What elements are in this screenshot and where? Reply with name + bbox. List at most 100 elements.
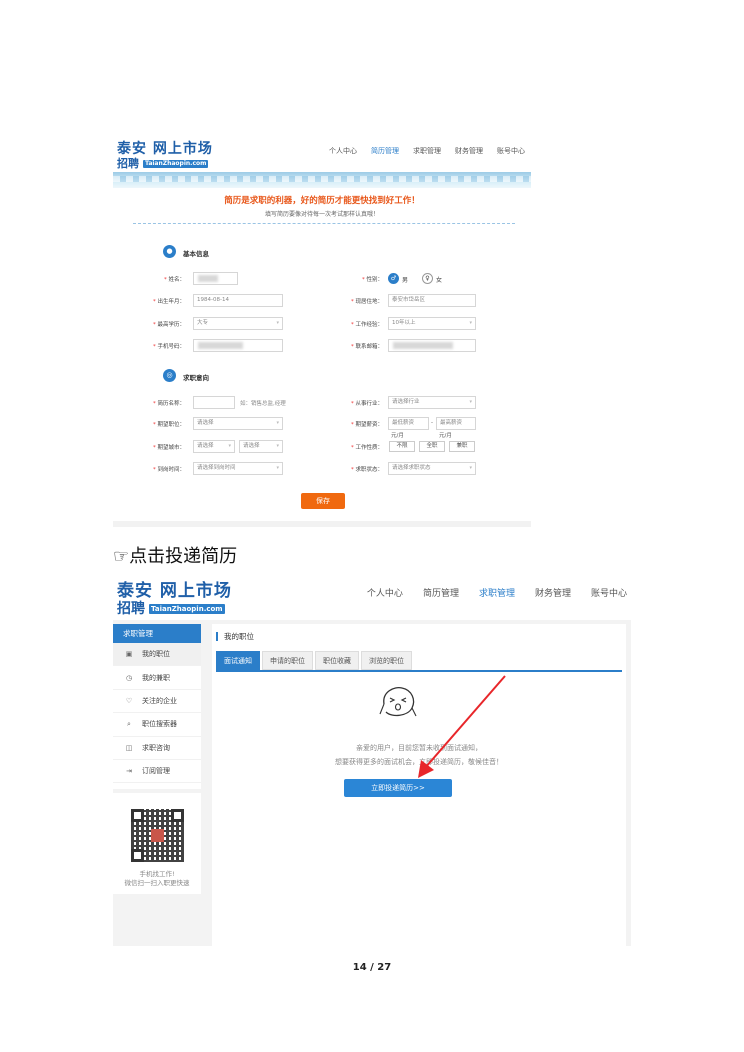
resume-name-label: * 简历名称： — [152, 401, 185, 407]
worktype-fulltime[interactable]: 全职 — [419, 441, 445, 452]
site-logo[interactable]: 泰安 网上市场 招聘 TaianZhaopin.com — [117, 142, 217, 174]
nav-finance[interactable]: 财务管理 — [535, 586, 571, 599]
city-label: * 期望城市： — [152, 445, 185, 451]
site-logo[interactable]: 泰安 网上市场 招聘 TaianZhaopin.com — [117, 581, 232, 618]
main-panel: 我的职位 面试通知 申请的职位 职位收藏 浏览的职位 亲爱的用户，目前您暂未收到… — [212, 624, 626, 946]
slogan-subtitle: 填写简历要像对待每一次考试那样认真哦！ — [264, 211, 379, 218]
tab-applied-jobs[interactable]: 申请的职位 — [262, 651, 313, 670]
sidebar-item-subscription[interactable]: ⇥ 订阅管理 — [113, 760, 201, 784]
sidebar-item-job-search[interactable]: ⌕ 职位搜索器 — [113, 713, 201, 737]
salary-unit-2: 元/月 — [439, 433, 452, 439]
salary-max-field[interactable]: 最高薪资 — [436, 417, 476, 430]
tab-interview-notice[interactable]: 面试通知 — [216, 651, 260, 670]
logo-line1: 泰安 网上市场 — [117, 581, 232, 601]
resume-name-hint: 如：销售总监,经理 — [240, 401, 286, 407]
experience-label: * 工作经验： — [350, 322, 383, 328]
save-button[interactable]: 保存 — [301, 493, 345, 509]
industry-select[interactable]: 请选择行业 — [388, 396, 476, 409]
phone-redacted — [198, 342, 243, 349]
nav-job-management[interactable]: 求职管理 — [413, 146, 441, 156]
sidebar-header: 求职管理 — [113, 624, 201, 643]
section-title-basic: 基本信息 — [183, 250, 209, 258]
male-radio[interactable]: ♂ — [388, 273, 399, 284]
salary-dash: - — [431, 420, 433, 426]
birth-field[interactable]: 1984-08-14 — [193, 294, 283, 307]
female-radio[interactable]: ♀ — [422, 273, 433, 284]
sidebar-item-label: 求职咨询 — [142, 743, 170, 752]
tab-underline — [216, 670, 622, 672]
sidebar-item-label: 职位搜索器 — [142, 720, 177, 729]
worktype-any[interactable]: 不限 — [389, 441, 415, 452]
qr-code-icon — [131, 809, 184, 862]
logo-line2: 招聘 — [117, 157, 139, 170]
residence-field[interactable]: 泰安市岱岳区 — [388, 294, 476, 307]
sidebar-item-label: 关注的企业 — [142, 696, 177, 705]
deliver-resume-button[interactable]: 立即投递简历>> — [344, 779, 452, 797]
province-select[interactable]: 请选择 — [193, 440, 235, 453]
email-label: * 联系邮箱： — [350, 344, 383, 350]
tab-viewed-jobs[interactable]: 浏览的职位 — [361, 651, 412, 670]
education-label: * 最高学历： — [152, 322, 185, 328]
sidebar-item-my-jobs[interactable]: ▣ 我的职位 — [113, 643, 201, 667]
divider — [133, 223, 515, 224]
section-title-intent: 求职意向 — [183, 374, 209, 382]
nav-personal-center[interactable]: 个人中心 — [329, 146, 357, 156]
arrival-select[interactable]: 请选择到岗时间 — [193, 462, 283, 475]
worktype-parttime[interactable]: 兼职 — [449, 441, 475, 452]
gender-label: * 性别： — [361, 277, 383, 283]
step-caption: ☞点击投递简历 — [113, 546, 238, 567]
tab-saved-jobs[interactable]: 职位收藏 — [315, 651, 359, 670]
search-icon: ⌕ — [127, 719, 131, 728]
status-select[interactable]: 请选择求职状态 — [388, 462, 476, 475]
position-select[interactable]: 请选择 — [193, 417, 283, 430]
worktype-label: * 工作性质： — [350, 445, 383, 451]
sidebar: 求职管理 ▣ 我的职位 ◷ 我的兼职 ♡ 关注的企业 ⌕ 职位搜索器 ◫ 求职咨询 ⇥ 订阅… — [113, 624, 201, 789]
phone-label: * 手机号码： — [152, 344, 185, 350]
logo-url: TaianZhaopin.com — [143, 159, 209, 168]
qr-panel: 手机找工作! 微信扫一扫入职更快速 — [113, 793, 201, 894]
nav-finance[interactable]: 财务管理 — [455, 146, 483, 156]
top-nav: 个人中心 简历管理 求职管理 财务管理 账号中心 — [367, 586, 627, 599]
sidebar-item-label: 我的职位 — [142, 650, 170, 659]
qr-caption: 手机找工作! 微信扫一扫入职更快速 — [124, 870, 190, 887]
empty-message-2: 想要获得更多的面试机会，立即投递简历，敬候佳音！ — [335, 758, 503, 766]
job-management-screenshot: 泰安 网上市场 招聘 TaianZhaopin.com 个人中心 简历管理 求职管… — [113, 576, 631, 946]
sidebar-item-part-time[interactable]: ◷ 我的兼职 — [113, 666, 201, 690]
page-number: 14 / 27 — [352, 962, 392, 973]
industry-label: * 从事行业： — [350, 401, 383, 407]
salary-min-field[interactable]: 最低薪资 — [388, 417, 429, 430]
email-redacted — [393, 342, 453, 349]
heart-icon: ♡ — [125, 696, 133, 705]
top-nav: 个人中心 简历管理 求职管理 财务管理 账号中心 — [329, 146, 525, 156]
nav-personal-center[interactable]: 个人中心 — [367, 586, 403, 599]
experience-select[interactable]: 10年以上 — [388, 317, 476, 330]
status-label: * 求职状态： — [350, 467, 383, 473]
birth-label: * 出生年月： — [152, 299, 185, 305]
position-label: * 期望职位： — [152, 422, 185, 428]
clock-icon: ◷ — [125, 673, 133, 682]
nav-resume-management[interactable]: 简历管理 — [423, 586, 459, 599]
chat-icon: ◫ — [125, 743, 133, 752]
empty-message-1: 亲爱的用户，目前您暂未收到面试通知， — [356, 744, 482, 752]
education-select[interactable]: 大专 — [193, 317, 283, 330]
nav-account[interactable]: 账号中心 — [591, 586, 627, 599]
salary-unit-1: 元/月 — [391, 433, 404, 439]
name-label: * 姓名： — [163, 277, 185, 283]
target-icon: ◎ — [163, 369, 176, 382]
name-redacted — [198, 275, 218, 282]
logo-line2: 招聘 — [117, 601, 145, 617]
slogan: 简历是求职的利器，好的简历才能更快找到好工作！ — [224, 196, 420, 206]
resume-edit-screenshot: 泰安 网上市场 招聘 TaianZhaopin.com 个人中心 简历管理 求职管… — [113, 134, 531, 527]
nav-job-management[interactable]: 求职管理 — [479, 586, 515, 599]
resume-name-field[interactable] — [193, 396, 235, 409]
subscribe-icon: ⇥ — [126, 767, 132, 776]
residence-label: * 现居住地： — [350, 299, 383, 305]
sidebar-item-followed-companies[interactable]: ♡ 关注的企业 — [113, 690, 201, 714]
logo-url: TaianZhaopin.com — [149, 604, 225, 614]
city-select[interactable]: 请选择 — [239, 440, 283, 453]
nav-account[interactable]: 账号中心 — [497, 146, 525, 156]
empty-face-icon — [379, 686, 417, 717]
salary-label: * 期望薪资： — [350, 422, 383, 428]
nav-resume-management[interactable]: 简历管理 — [371, 146, 399, 156]
sidebar-item-consult[interactable]: ◫ 求职咨询 — [113, 737, 201, 760]
